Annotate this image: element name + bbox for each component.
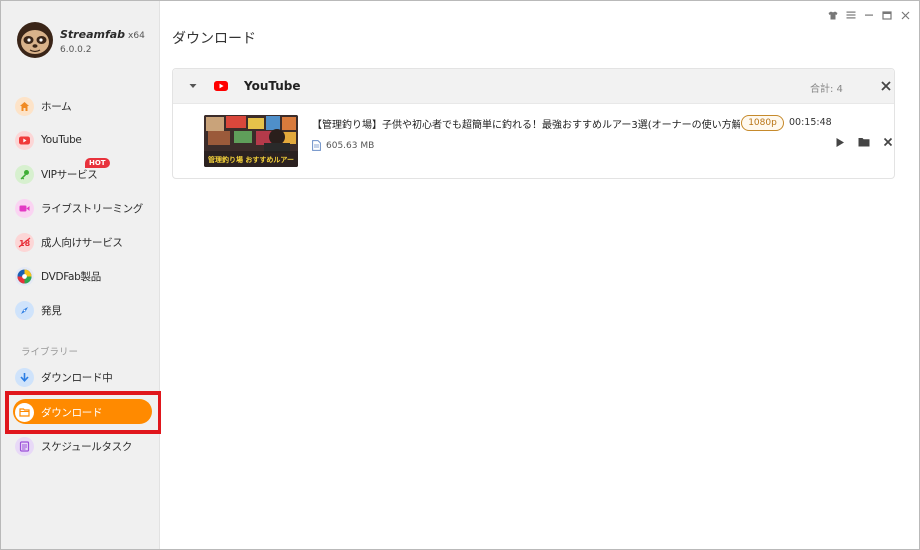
play-button[interactable]	[833, 135, 847, 149]
sidebar-item-label: 発見	[41, 304, 62, 317]
thumbnail-caption: 管理釣り場 おすすめルアー	[208, 155, 294, 164]
sidebar-item-downloading[interactable]: ダウンロード中	[15, 364, 151, 390]
main-content: ダウンロード YouTube 合計: 4 管理釣り場 おすすめルアー 【管理釣り…	[161, 1, 919, 549]
app-name: Streamfab x64	[60, 28, 145, 41]
page-title: ダウンロード	[172, 31, 256, 47]
minimize-icon[interactable]	[863, 8, 875, 22]
live-camera-icon	[15, 198, 34, 218]
folder-icon	[858, 138, 870, 147]
svg-text:18: 18	[19, 239, 31, 248]
youtube-icon	[15, 130, 34, 150]
file-icon	[312, 140, 321, 151]
menu-icon[interactable]	[845, 8, 857, 22]
video-thumbnail[interactable]: 管理釣り場 おすすめルアー	[204, 115, 298, 167]
youtube-icon	[214, 81, 228, 91]
download-arrow-icon	[15, 367, 34, 387]
delete-item-button[interactable]	[881, 135, 895, 149]
sidebar-item-home[interactable]: ホーム	[15, 93, 151, 119]
window-controls	[827, 8, 911, 22]
sidebar-item-label: VIPサービス	[41, 168, 98, 181]
download-group-panel: YouTube 合計: 4 管理釣り場 おすすめルアー 【管理釣り場】子供や初心…	[172, 68, 895, 179]
video-title: 【管理釣り場】子供や初心者でも超簡単に釣れる！最強おすすめルアー3選(オーナーの…	[312, 120, 740, 131]
sidebar-item-label: DVDFab製品	[41, 270, 101, 283]
hot-badge: HOT	[85, 158, 110, 168]
open-folder-button[interactable]	[857, 135, 871, 149]
home-icon	[15, 96, 34, 116]
key-icon	[15, 164, 34, 184]
sidebar-item-label: YouTube	[41, 134, 82, 146]
compass-icon	[15, 300, 34, 320]
sidebar-item-dvdfab[interactable]: DVDFab製品	[15, 263, 151, 289]
schedule-list-icon	[15, 436, 34, 456]
close-icon[interactable]	[899, 8, 911, 22]
app-window: Streamfab x64 6.0.0.2 ホーム YouTube VIPサービス…	[0, 0, 920, 550]
close-icon	[883, 137, 893, 147]
red-annotation-box	[5, 391, 162, 434]
sidebar-item-vip[interactable]: VIPサービス HOT	[15, 158, 151, 187]
sidebar-item-label: ダウンロード中	[41, 371, 113, 384]
sidebar-item-adult[interactable]: 18 成人向けサービス	[15, 229, 151, 255]
group-header: YouTube 合計: 4	[173, 69, 894, 104]
quality-badge: 1080p	[741, 115, 784, 131]
sidebar: Streamfab x64 6.0.0.2 ホーム YouTube VIPサービス…	[1, 1, 162, 549]
brand: Streamfab x64 6.0.0.2	[16, 21, 156, 61]
sidebar-item-label: 成人向けサービス	[41, 236, 123, 249]
group-name: YouTube	[244, 79, 301, 93]
app-version: 6.0.0.2	[60, 45, 92, 55]
dvdfab-icon	[15, 266, 34, 286]
sloth-logo-icon	[17, 22, 53, 58]
shirt-icon[interactable]	[827, 8, 839, 22]
file-size: 605.63 MB	[326, 141, 375, 151]
sidebar-item-schedule[interactable]: スケジュールタスク	[15, 433, 151, 459]
sidebar-item-label: ホーム	[41, 100, 72, 113]
sidebar-item-live-streaming[interactable]: ライブストリーミング	[15, 195, 151, 221]
play-icon	[836, 137, 844, 147]
adult-18-icon: 18	[15, 232, 34, 252]
app-arch: x64	[128, 31, 145, 41]
group-count: 合計: 4	[810, 84, 843, 95]
group-close-icon[interactable]	[880, 80, 892, 92]
chevron-down-icon[interactable]	[188, 81, 198, 91]
maximize-icon[interactable]	[881, 8, 893, 22]
sidebar-item-youtube[interactable]: YouTube	[15, 127, 151, 153]
sidebar-item-label: スケジュールタスク	[41, 440, 133, 453]
sidebar-item-label: ライブストリーミング	[41, 202, 143, 215]
video-duration: 00:15:48	[789, 117, 832, 128]
library-section-label: ライブラリー	[21, 347, 79, 358]
sidebar-item-discover[interactable]: 発見	[15, 297, 151, 323]
